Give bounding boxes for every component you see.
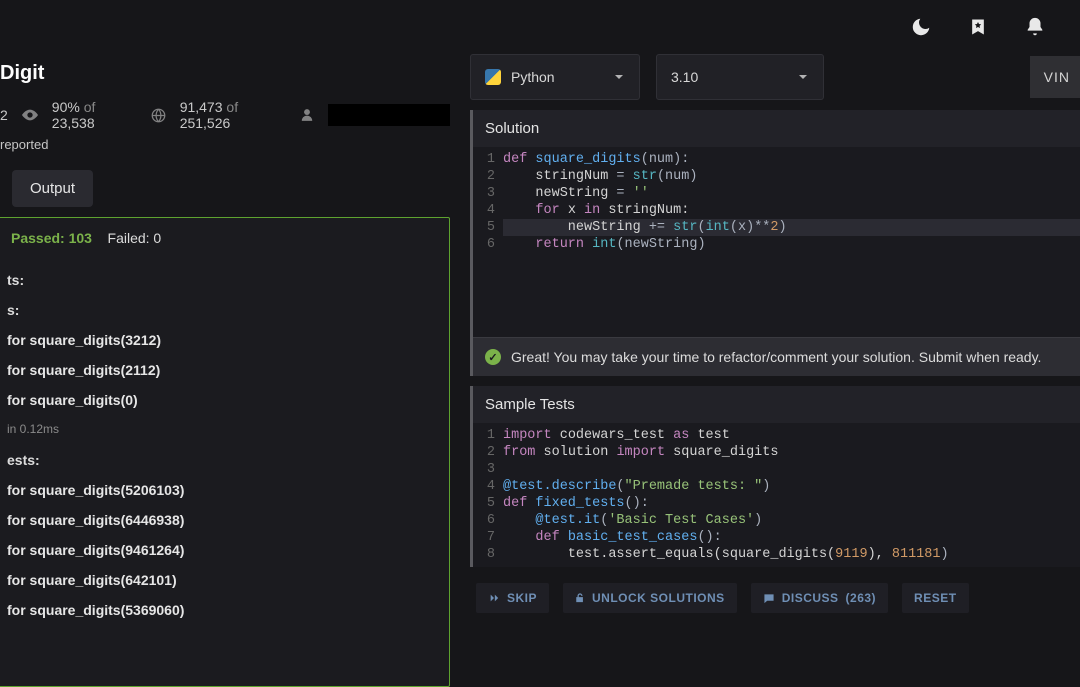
success-bar: ✓ Great! You may take your time to refac… [473,337,1080,376]
tab-output[interactable]: Output [12,170,93,207]
author-avatar[interactable] [328,104,450,126]
tests-panel: Sample Tests 12345678 import codewars_te… [470,386,1080,567]
test-result-line: for square_digits(9461264) [7,542,441,558]
language-select[interactable]: Python [470,54,640,100]
failed-count: Failed: 0 [108,230,162,246]
tests-editor[interactable]: 12345678 import codewars_test as testfro… [473,423,1080,567]
stat-completions: 91,473 [180,99,223,115]
completed-time: in 0.12ms [7,422,441,436]
test-result-line: for square_digits(6446938) [7,512,441,528]
tests-header: Sample Tests [473,386,1080,423]
version-label: 3.10 [671,69,698,85]
moon-icon[interactable] [910,16,932,38]
discuss-button[interactable]: DISCUSS (263) [751,583,888,613]
stat-completions-total: 251,526 [180,115,231,131]
chevron-down-icon [797,71,809,83]
kata-stats: 2 90% of 23,538 91,473 of 251,526 [0,99,450,131]
bookmark-icon[interactable] [968,16,988,38]
test-result-line: for square_digits(5369060) [7,602,441,618]
globe-icon [151,108,166,123]
test-result-line: for square_digits(2112) [7,362,441,378]
reported-text: reported [0,137,450,152]
results-panel[interactable]: Passed: 103 Failed: 0 ts: s: for square_… [0,217,450,687]
unlock-button[interactable]: UNLOCK SOLUTIONS [563,583,737,613]
user-icon [300,107,314,123]
test-result-line: for square_digits(3212) [7,332,441,348]
solution-header: Solution [473,110,1080,147]
test-result-line: for square_digits(0) [7,392,441,408]
test-result-line: for square_digits(642101) [7,572,441,588]
check-icon: ✓ [485,349,501,365]
stat-of2: of [226,99,238,115]
stat-pct-total: 23,538 [52,115,95,131]
vin-button[interactable]: VIN [1030,56,1080,98]
stat-pct: 90% [52,99,80,115]
discuss-count: (263) [846,591,877,605]
skip-label: SKIP [507,591,537,605]
passed-count: Passed: 103 [11,230,92,246]
chevron-down-icon [613,71,625,83]
success-message: Great! You may take your time to refacto… [511,349,1041,365]
test-result-line: for square_digits(5206103) [7,482,441,498]
action-row: SKIP UNLOCK SOLUTIONS DISCUSS (263) RESE… [470,577,1080,613]
language-label: Python [511,69,555,85]
unlock-label: UNLOCK SOLUTIONS [592,591,725,605]
solution-panel: Solution 123456 def square_digits(num): … [470,110,1080,376]
discuss-label: DISCUSS [782,591,839,605]
reset-button[interactable]: RESET [902,583,969,613]
solution-editor[interactable]: 123456 def square_digits(num): stringNum… [473,147,1080,337]
stat-count: 2 [0,107,8,123]
kata-title: Digit [0,62,450,85]
results-subsection: s: [7,302,441,318]
eye-icon [22,109,38,121]
skip-button[interactable]: SKIP [476,583,549,613]
python-icon [485,69,501,85]
reset-label: RESET [914,591,957,605]
results-section-header: ts: [7,272,441,288]
bell-icon[interactable] [1024,16,1046,38]
results-subsection-2: ests: [7,452,441,468]
version-select[interactable]: 3.10 [656,54,824,100]
stat-of: of [84,99,96,115]
